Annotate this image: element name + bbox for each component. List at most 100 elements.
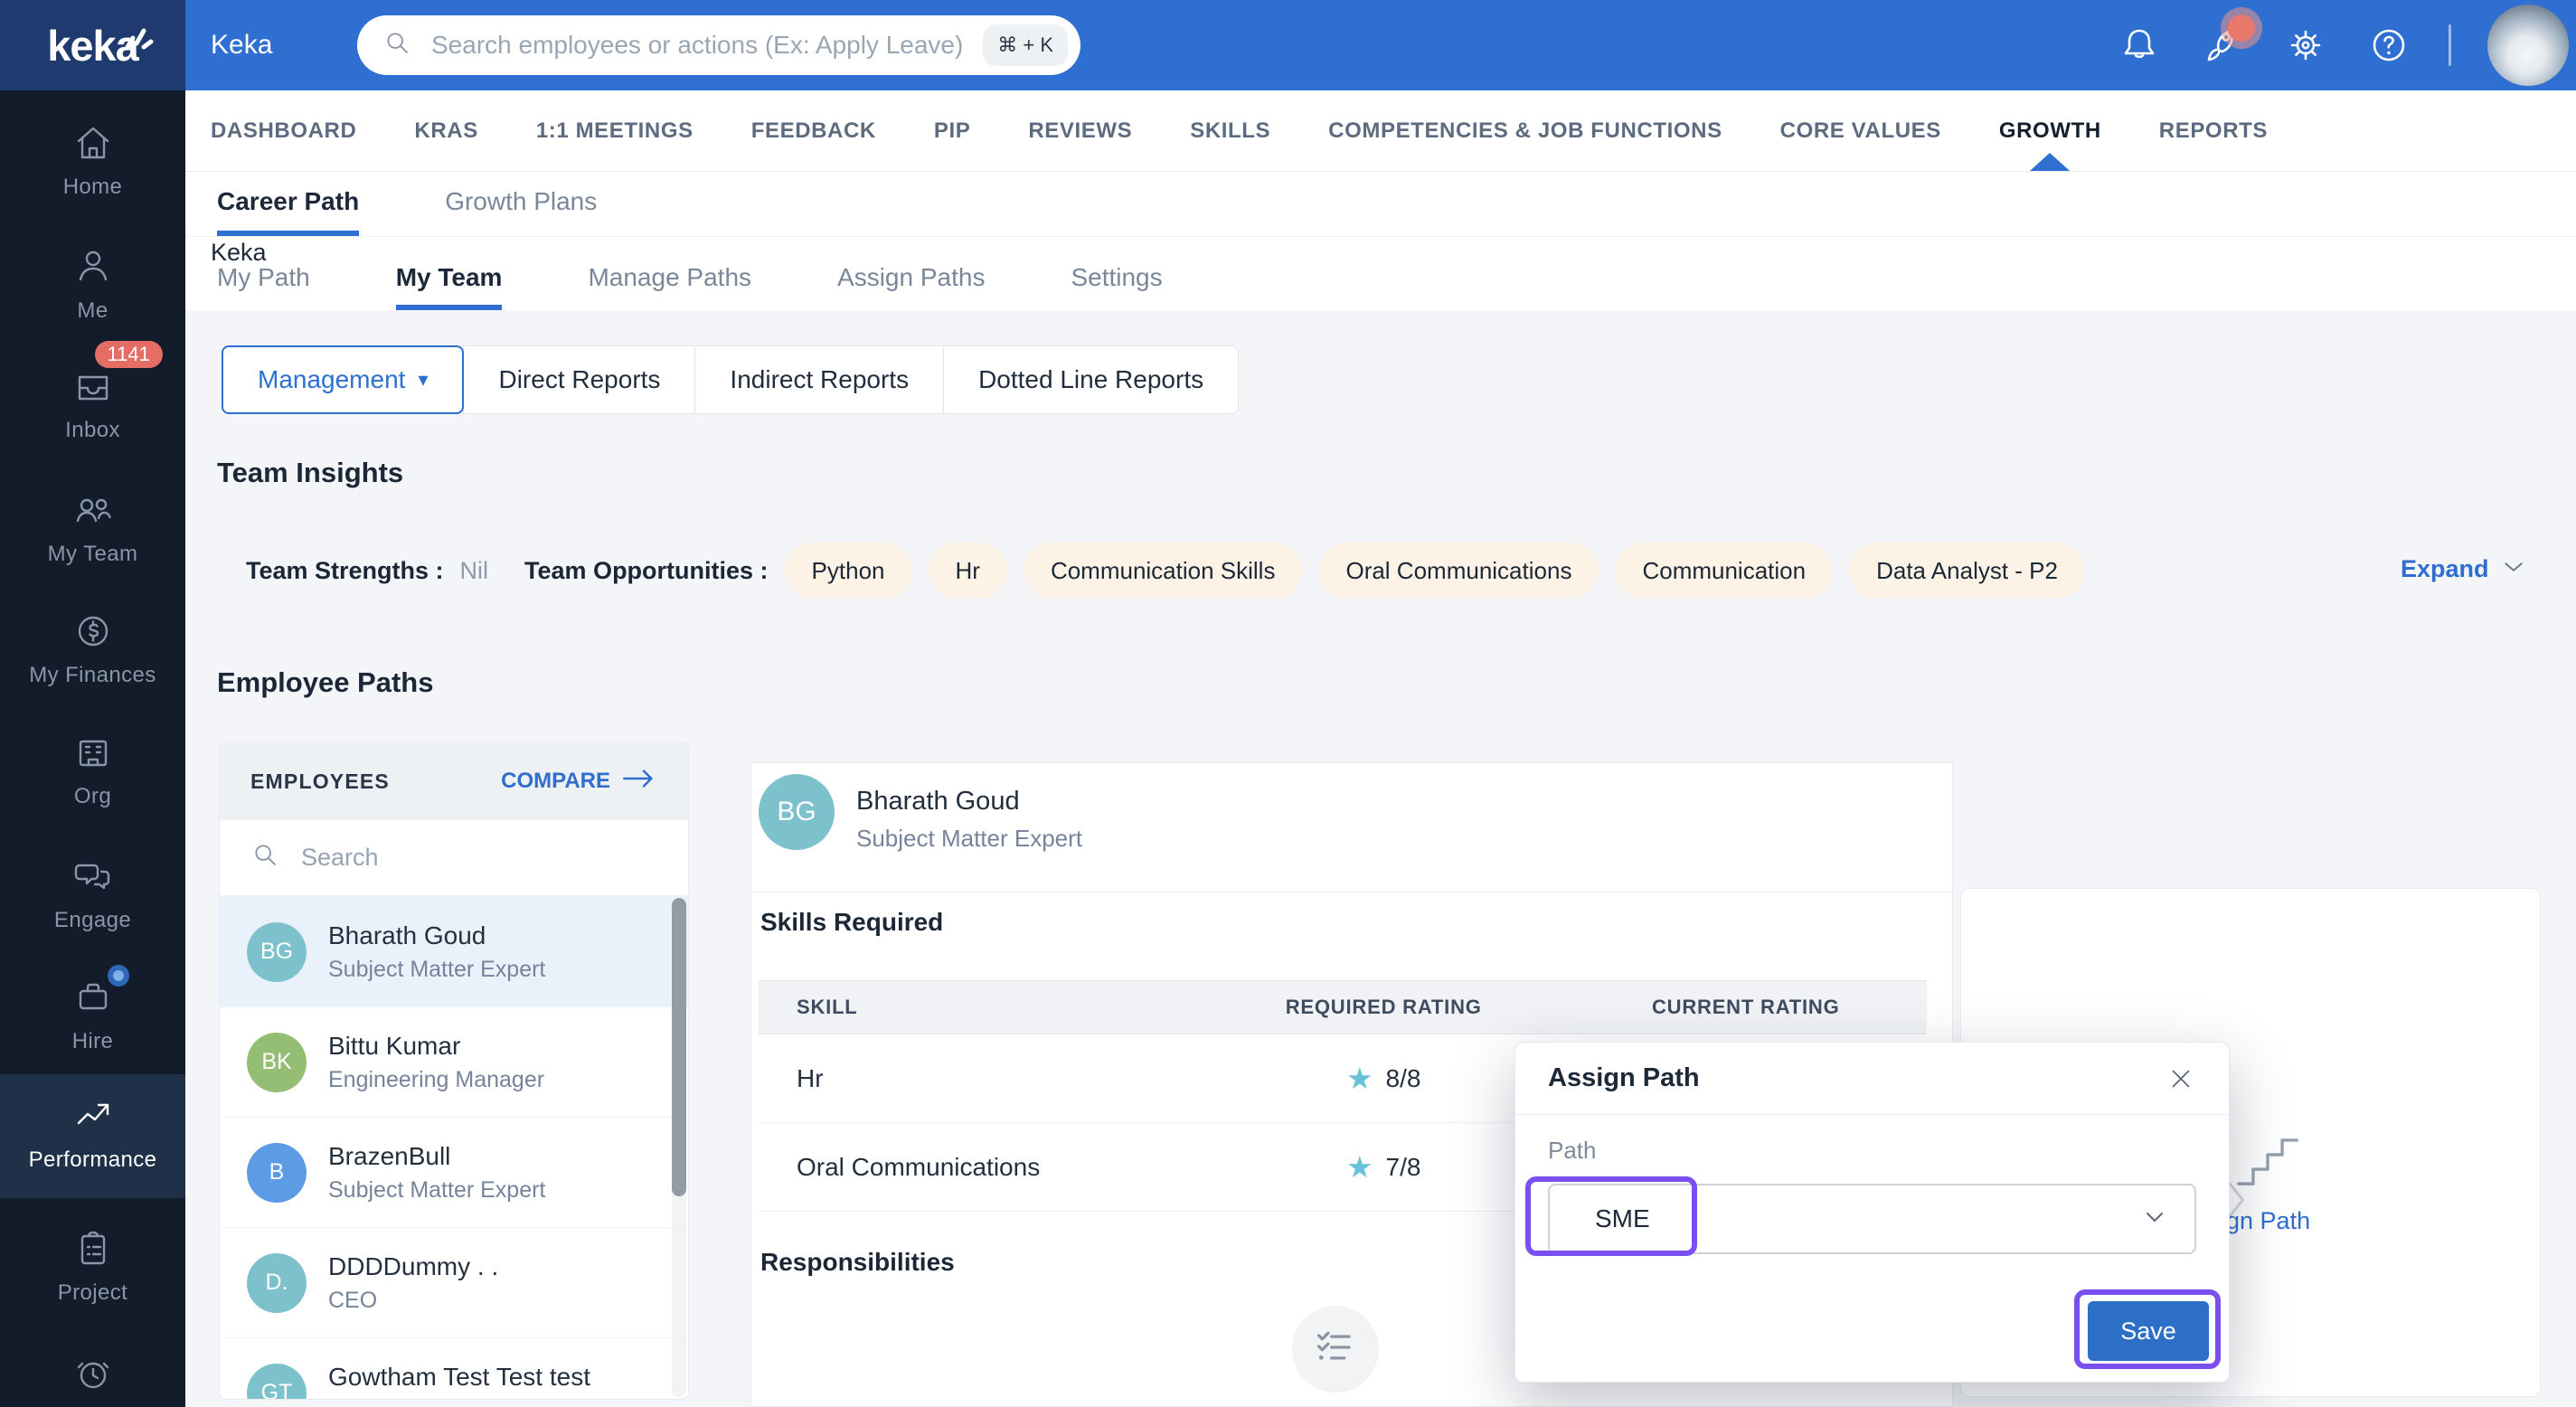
filter-label: Dotted Line Reports [978, 365, 1204, 393]
tab-skills[interactable]: SKILLS [1190, 90, 1270, 171]
sidebar-item-home[interactable]: Home [0, 109, 185, 221]
employee-row-gowtham-test-test-test[interactable]: GT Gowtham Test Test test CEO [220, 1337, 688, 1400]
employees-panel-header: EMPLOYEES COMPARE [220, 742, 688, 820]
bell-icon[interactable] [2116, 22, 2163, 69]
employee-name: DDDDummy . . [328, 1251, 499, 1280]
path-select[interactable]: SME [1548, 1184, 2196, 1254]
employee-search[interactable] [220, 820, 688, 896]
help-icon[interactable] [2365, 22, 2412, 69]
arrow-right-icon [621, 767, 657, 797]
sectiontab-assign-paths[interactable]: Assign Paths [837, 237, 985, 310]
sidebar-item-my-finances[interactable]: My Finances [0, 597, 185, 709]
rocket-icon[interactable] [2199, 14, 2255, 69]
sidebar-item-label: Inbox [65, 418, 120, 442]
filter-direct-reports[interactable]: Direct Reports [463, 345, 696, 414]
employee-role: CEO [328, 1287, 378, 1313]
sidebar-item-performance[interactable]: Performance [0, 1074, 185, 1198]
modal-header: Assign Path [1515, 1043, 2229, 1115]
sidebar-item-label: Project [57, 1280, 128, 1305]
sidebar-item-label: Me [77, 298, 109, 323]
tab-1-1-meetings[interactable]: 1:1 MEETINGS [536, 90, 694, 171]
sectiontab-manage-paths[interactable]: Manage Paths [588, 237, 751, 310]
logo-spark-icon [122, 13, 155, 62]
scrollbar-thumb[interactable] [672, 898, 686, 1196]
compare-button[interactable]: COMPARE [501, 767, 657, 797]
employee-avatar: GT [247, 1363, 307, 1399]
checklist-icon [1312, 1324, 1359, 1375]
sidebar-item-inbox[interactable]: 1141 Inbox [0, 341, 185, 464]
global-search[interactable]: ⌘ + K [357, 15, 1080, 75]
employee-row-bharath-goud[interactable]: BG Bharath Goud Subject Matter Expert [220, 896, 688, 1006]
tab-kras[interactable]: KRAS [414, 90, 477, 171]
employee-row-bittu-kumar[interactable]: BK Bittu Kumar Engineering Manager [220, 1006, 688, 1117]
employee-role: CEO [328, 1398, 590, 1400]
employee-row-brazenbull[interactable]: B BrazenBull Subject Matter Expert [220, 1117, 688, 1227]
topbar-divider [2449, 24, 2451, 66]
employee-row-ddddummy[interactable]: D. DDDDummy . . CEO [220, 1227, 688, 1337]
user-avatar[interactable] [2487, 5, 2569, 86]
skills-required-title: Skills Required [760, 908, 944, 936]
inbox-count-badge: 1141 [94, 341, 163, 368]
sectiontab-settings[interactable]: Settings [1071, 237, 1162, 310]
required-rating: ★ 7/8 [1203, 1152, 1565, 1182]
opportunity-chips: Python Hr Communication Skills Oral Communi… [784, 543, 2085, 599]
tab-growth[interactable]: GROWTH [1999, 90, 2101, 171]
sidebar-item-engage[interactable]: Engage [0, 842, 185, 954]
filter-indirect-reports[interactable]: Indirect Reports [694, 345, 945, 414]
opportunity-chip-communication: Communication [1615, 543, 1834, 599]
my-team-section-tabs: Keka My Path My Team Manage Paths Assign Pa… [185, 237, 2576, 310]
sidebar-item-hire[interactable]: Hire [0, 963, 185, 1075]
expand-toggle[interactable]: Expand [2401, 553, 2527, 585]
rocket-notification-dot [2228, 14, 2255, 42]
tab-reviews[interactable]: REVIEWS [1028, 90, 1132, 171]
employee-list-scrollbar[interactable] [672, 896, 686, 1397]
search-icon [382, 28, 413, 63]
filter-dotted-line-reports[interactable]: Dotted Line Reports [943, 345, 1240, 414]
save-button[interactable]: Save [2088, 1301, 2209, 1361]
employee-search-input[interactable] [299, 843, 657, 873]
required-rating: ★ 8/8 [1203, 1063, 1565, 1093]
tab-competencies-job-functions[interactable]: COMPETENCIES & JOB FUNCTIONS [1328, 90, 1722, 171]
team-strengths-label: Team Strengths : [246, 556, 444, 584]
sidebar-item-me[interactable]: Me [0, 232, 185, 345]
sidebar-item-org[interactable]: Org [0, 718, 185, 830]
opportunity-chip-hr: Hr [928, 543, 1007, 599]
sidebar-item-label: Performance [28, 1147, 157, 1172]
tab-pip[interactable]: PIP [934, 90, 970, 171]
sidebar: keka Home Me 1141 Inbox My Team My Finances Or… [0, 0, 185, 1407]
opportunity-chip-data-analyst-p2: Data Analyst - P2 [1849, 543, 2085, 599]
close-icon[interactable] [2166, 1063, 2196, 1094]
tab-feedback[interactable]: FEEDBACK [751, 90, 876, 171]
subtab-growth-plans[interactable]: Growth Plans [445, 172, 597, 236]
opportunity-chip-oral-communications: Oral Communications [1318, 543, 1599, 599]
sidebar-item-time-attend[interactable]: Time Attend [0, 1338, 185, 1407]
employee-avatar: BG [247, 921, 307, 982]
sidebar-item-label: My Finances [29, 663, 156, 687]
keka-logo[interactable]: keka [0, 0, 185, 90]
opportunity-chip-python: Python [784, 543, 912, 599]
sidebar-item-my-team[interactable]: My Team [0, 476, 185, 588]
tab-reports[interactable]: REPORTS [2159, 90, 2268, 171]
sidebar-item-label: Org [73, 784, 112, 808]
tab-core-values[interactable]: CORE VALUES [1780, 90, 1941, 171]
path-select-value: SME [1595, 1204, 1650, 1232]
subtab-career-path[interactable]: Career Path [217, 172, 360, 236]
sectiontab-my-team[interactable]: My Team [395, 237, 503, 310]
path-field-label: Path [1548, 1137, 1597, 1164]
employee-avatar: BK [247, 1032, 307, 1092]
sidebar-item-project[interactable]: Project [0, 1214, 185, 1327]
profile-avatar: BG [759, 774, 835, 850]
employee-role: Engineering Manager [328, 1066, 545, 1092]
team-strengths-value: Nil [459, 556, 489, 584]
employee-name: BrazenBull [328, 1141, 451, 1170]
employee-name: Bharath Goud [328, 921, 486, 949]
employee-role: Subject Matter Expert [328, 956, 546, 982]
global-search-input[interactable] [429, 30, 967, 61]
gear-icon[interactable] [2282, 22, 2329, 69]
star-icon: ★ [1345, 1150, 1373, 1184]
employee-role: Subject Matter Expert [328, 1176, 546, 1203]
employee-info: Gowtham Test Test test CEO [328, 1363, 590, 1400]
tab-dashboard[interactable]: DASHBOARD [211, 90, 356, 171]
filter-management[interactable]: Management ▾ [222, 345, 465, 414]
home-icon [71, 121, 115, 165]
